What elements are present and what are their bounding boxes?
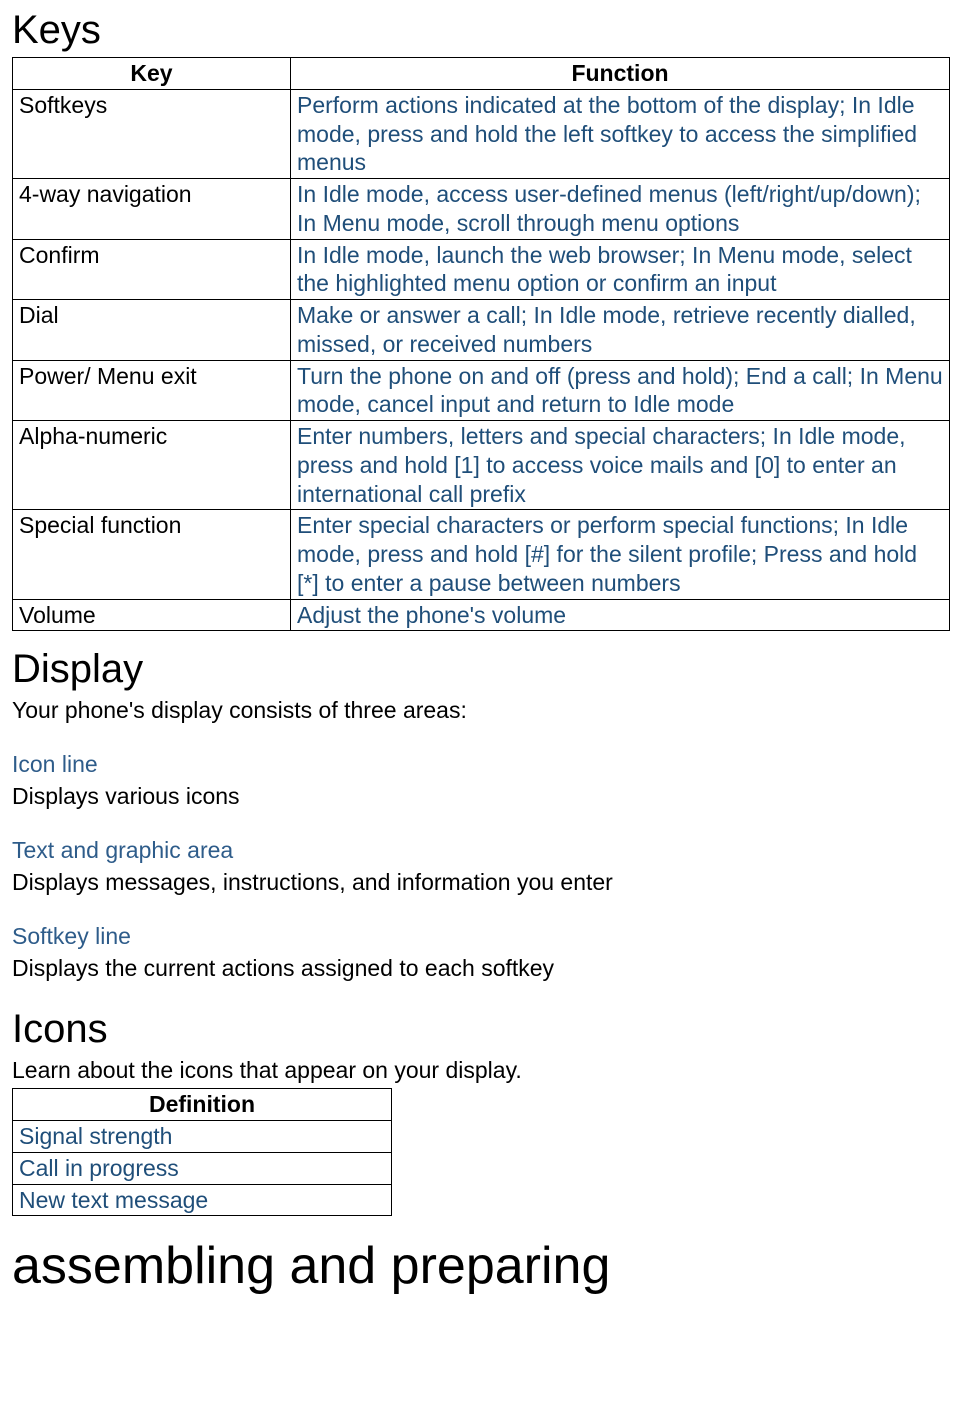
table-row: Dial Make or answer a call; In Idle mode… <box>13 300 950 361</box>
definition-cell: New text message <box>13 1184 392 1216</box>
function-cell: Turn the phone on and off (press and hol… <box>291 360 950 421</box>
table-row: Volume Adjust the phone's volume <box>13 599 950 631</box>
key-cell: 4-way navigation <box>13 179 291 240</box>
function-cell: Enter special characters or perform spec… <box>291 510 950 599</box>
key-cell: Alpha-numeric <box>13 421 291 510</box>
header-key: Key <box>13 58 291 90</box>
function-cell: Enter numbers, letters and special chara… <box>291 421 950 510</box>
definition-cell: Call in progress <box>13 1152 392 1184</box>
area-desc: Displays the current actions assigned to… <box>12 954 950 984</box>
header-definition: Definition <box>13 1089 392 1121</box>
key-cell: Softkeys <box>13 89 291 178</box>
icons-table: Definition Signal strength Call in progr… <box>12 1088 392 1216</box>
table-row: Alpha-numeric Enter numbers, letters and… <box>13 421 950 510</box>
key-cell: Confirm <box>13 239 291 300</box>
function-cell: In Idle mode, access user-defined menus … <box>291 179 950 240</box>
function-cell: Adjust the phone's volume <box>291 599 950 631</box>
key-cell: Volume <box>13 599 291 631</box>
table-row: Call in progress <box>13 1152 392 1184</box>
key-cell: Special function <box>13 510 291 599</box>
icons-heading: Icons <box>12 1007 950 1052</box>
keys-table: Key Function Softkeys Perform actions in… <box>12 57 950 631</box>
area-label: Softkey line <box>12 922 950 952</box>
function-cell: Perform actions indicated at the bottom … <box>291 89 950 178</box>
keys-heading: Keys <box>12 8 950 53</box>
table-header-row: Definition <box>13 1089 392 1121</box>
table-row: Signal strength <box>13 1121 392 1153</box>
function-cell: Make or answer a call; In Idle mode, ret… <box>291 300 950 361</box>
key-cell: Power/ Menu exit <box>13 360 291 421</box>
display-heading: Display <box>12 647 950 692</box>
function-cell: In Idle mode, launch the web browser; In… <box>291 239 950 300</box>
table-row: New text message <box>13 1184 392 1216</box>
table-row: Confirm In Idle mode, launch the web bro… <box>13 239 950 300</box>
table-row: 4-way navigation In Idle mode, access us… <box>13 179 950 240</box>
icons-intro: Learn about the icons that appear on you… <box>12 1056 950 1086</box>
table-row: Softkeys Perform actions indicated at th… <box>13 89 950 178</box>
definition-cell: Signal strength <box>13 1121 392 1153</box>
area-desc: Displays messages, instructions, and inf… <box>12 868 950 898</box>
area-label: Text and graphic area <box>12 836 950 866</box>
table-header-row: Key Function <box>13 58 950 90</box>
header-function: Function <box>291 58 950 90</box>
assembling-heading: assembling and preparing <box>12 1236 950 1296</box>
display-intro: Your phone's display consists of three a… <box>12 696 950 726</box>
table-row: Special function Enter special character… <box>13 510 950 599</box>
area-label: Icon line <box>12 750 950 780</box>
table-row: Power/ Menu exit Turn the phone on and o… <box>13 360 950 421</box>
area-desc: Displays various icons <box>12 782 950 812</box>
key-cell: Dial <box>13 300 291 361</box>
